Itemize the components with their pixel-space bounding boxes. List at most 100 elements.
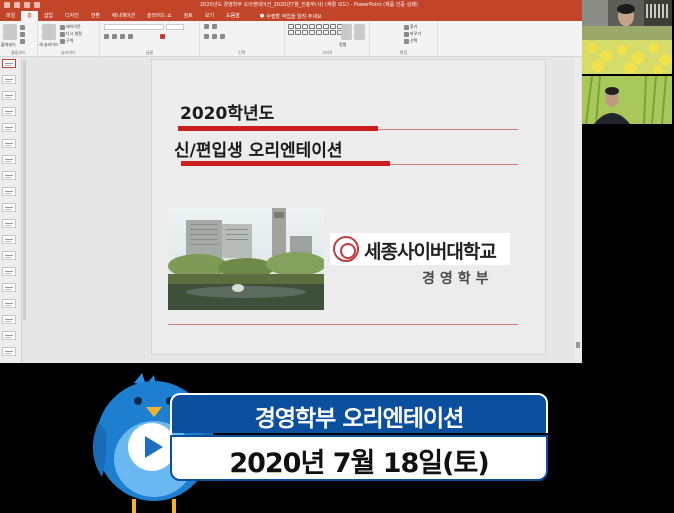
align-right-button[interactable]	[220, 34, 225, 39]
underline-button[interactable]	[120, 34, 125, 39]
layout-icon	[60, 24, 65, 30]
font-color-button[interactable]	[160, 34, 165, 39]
slide-scrollbar[interactable]	[575, 57, 581, 363]
align-center-icon	[212, 34, 217, 39]
shapes-gallery[interactable]	[288, 24, 343, 35]
slide-thumbnail[interactable]	[2, 171, 16, 180]
copy-button[interactable]	[20, 32, 25, 37]
new-slide-icon[interactable]	[42, 24, 56, 40]
university-name: 세종사이버대학교	[364, 241, 497, 263]
slide-thumbnail[interactable]	[2, 251, 16, 260]
new-slide-button[interactable]: 새 슬라이드	[39, 42, 59, 48]
slide-thumbnail[interactable]	[2, 123, 16, 132]
thumbnail-scrollbar[interactable]	[23, 60, 26, 320]
tab-transitions[interactable]: 전환	[85, 11, 106, 21]
slide-thumbnail[interactable]	[2, 267, 16, 276]
shadow-button[interactable]	[128, 34, 133, 39]
slide-thumbnail[interactable]	[2, 107, 16, 116]
reset-button[interactable]: 다시 설정	[60, 31, 82, 37]
group-font: 글꼴	[100, 21, 200, 57]
slide-thumbnail[interactable]	[2, 299, 16, 308]
slide-title-main: 신/편입생 오리엔테이션	[174, 141, 343, 161]
tab-slideshow[interactable]: 슬라이드 쇼	[141, 11, 178, 21]
group-clipboard: 붙여넣기 클립보드	[0, 21, 38, 57]
slide-thumbnail[interactable]	[2, 219, 16, 228]
format-painter-button[interactable]	[20, 39, 25, 44]
undo-icon[interactable]	[14, 2, 20, 8]
title-banner: 경영학부 오리엔테이션 2020년 7월 18일(토)	[0, 363, 674, 513]
slide-thumbnail[interactable]	[2, 283, 16, 292]
font-size-select[interactable]	[166, 24, 184, 30]
group-paragraph: 단락	[200, 21, 285, 57]
bullets-button[interactable]	[204, 24, 209, 29]
tab-design[interactable]: 디자인	[59, 11, 85, 21]
slide-thumbnail[interactable]	[2, 187, 16, 196]
section-icon	[60, 38, 65, 44]
title-bar: 2020년도 경영학부 오리엔테이션_2020년7월_진흥부(사) (재활 모드…	[0, 0, 582, 11]
copy-icon	[20, 32, 25, 37]
paste-button[interactable]: 붙여넣기	[1, 42, 16, 48]
slide-thumbnail[interactable]	[2, 203, 16, 212]
slide-thumbnail[interactable]	[2, 139, 16, 148]
slide-thumbnail-pane	[0, 57, 22, 363]
tab-home[interactable]: 홈	[21, 11, 38, 21]
slide-thumbnail[interactable]	[2, 75, 16, 84]
slide-thumbnail[interactable]	[2, 331, 16, 340]
tab-file[interactable]: 파일	[0, 11, 21, 21]
italic-button[interactable]	[112, 34, 117, 39]
replace-icon	[404, 31, 409, 37]
slide-canvas[interactable]: 2020학년도 신/편입생 오리엔테이션 세종사이버대학교 경영학부	[151, 59, 546, 355]
layout-button[interactable]: 레이아웃	[60, 24, 81, 30]
divider	[168, 324, 518, 325]
slide-thumbnail[interactable]	[2, 155, 16, 164]
tell-me-box[interactable]: ● 수행할 작업을 알려 주세요	[260, 11, 322, 21]
slide-thumbnail[interactable]	[2, 91, 16, 100]
numbering-button[interactable]	[212, 24, 217, 29]
window-title: 2020년도 경영학부 오리엔테이션_2020년7월_진흥부(사) (재활 모드…	[200, 2, 418, 8]
slide-thumbnail[interactable]	[2, 59, 16, 68]
tab-animations[interactable]: 애니메이션	[106, 11, 141, 21]
cut-button[interactable]	[20, 25, 25, 30]
participant-video[interactable]	[582, 76, 672, 124]
campus-photo	[168, 208, 324, 310]
start-slideshow-icon[interactable]	[34, 2, 40, 8]
tab-view[interactable]: 보기	[199, 11, 220, 21]
section-button[interactable]: 구역	[60, 38, 73, 44]
tab-review[interactable]: 검토	[178, 11, 199, 21]
save-icon[interactable]	[4, 2, 10, 8]
slide-thumbnail[interactable]	[2, 347, 16, 356]
group-label-editing: 편집	[399, 50, 408, 55]
group-label-slides: 슬라이드	[61, 50, 76, 55]
tab-help[interactable]: 도움말	[220, 11, 246, 21]
department-name: 경영학부	[422, 271, 494, 287]
font-family-select[interactable]	[104, 24, 164, 30]
tab-insert[interactable]: 삽입	[38, 11, 59, 21]
university-seal-icon	[333, 236, 359, 262]
quick-styles-icon[interactable]	[354, 24, 365, 40]
find-button[interactable]: 찾기	[404, 24, 417, 30]
replace-button[interactable]: 바꾸기	[404, 31, 421, 37]
university-logo: 세종사이버대학교	[330, 233, 510, 265]
ribbon: 붙여넣기 클립보드 새 슬라이드 레이아웃 다시 설정 구역 슬라이드 글꼴 단…	[0, 21, 582, 57]
scissors-icon	[20, 25, 25, 30]
align-right-icon	[220, 34, 225, 39]
slide-thumbnail[interactable]	[2, 235, 16, 244]
banner-title: 경영학부 오리엔테이션	[254, 406, 465, 432]
participant-video[interactable]	[582, 26, 672, 74]
arrange-button[interactable]: 정렬	[339, 42, 346, 48]
shadow-icon	[128, 34, 133, 39]
slide-thumbnail[interactable]	[2, 315, 16, 324]
group-slides: 새 슬라이드 레이아웃 다시 설정 구역 슬라이드	[38, 21, 100, 57]
align-left-button[interactable]	[204, 34, 209, 39]
scrollbar-thumb[interactable]	[576, 342, 580, 348]
align-left-icon	[204, 34, 209, 39]
red-underline	[181, 161, 390, 166]
bold-button[interactable]	[104, 34, 109, 39]
arrange-icon[interactable]	[341, 24, 352, 40]
underline-icon	[120, 34, 125, 39]
select-button[interactable]: 선택	[404, 38, 417, 44]
paste-icon[interactable]	[3, 24, 17, 40]
align-center-button[interactable]	[212, 34, 217, 39]
redo-icon[interactable]	[24, 2, 30, 8]
group-label-clipboard: 클립보드	[11, 50, 26, 55]
